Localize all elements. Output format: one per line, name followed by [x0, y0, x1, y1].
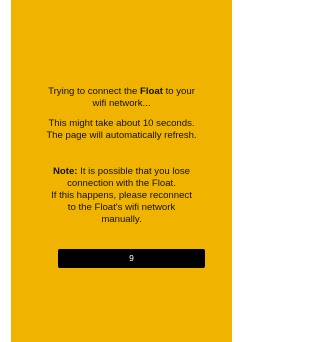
wait-line1: This might take about 10 seconds. — [48, 118, 195, 129]
note-label: Note: — [52, 166, 78, 177]
connecting-line2: wifi network... — [92, 98, 151, 109]
note-message: Note: It is possible that you lose conne… — [11, 166, 232, 226]
connecting-message: Trying to connect the Float to your wifi… — [11, 86, 232, 110]
countdown-bar: 9 — [58, 249, 205, 268]
wait-line2: The page will automatically refresh. — [46, 130, 197, 141]
note-line3: If this happens, please reconnect — [51, 190, 192, 201]
note-line1: It is possible that you lose — [77, 166, 191, 177]
device-name: Float — [139, 86, 163, 97]
note-line4: to the Float's wifi network — [67, 202, 176, 213]
note-line5: manually. — [101, 214, 142, 225]
connecting-prefix: Trying to connect the — [48, 86, 140, 97]
status-panel: Trying to connect the Float to your wifi… — [11, 0, 232, 342]
connecting-suffix: to your — [162, 86, 195, 97]
countdown-value: 9 — [129, 253, 134, 263]
note-line2: connection with the Float. — [67, 178, 176, 189]
wait-message: This might take about 10 seconds. The pa… — [11, 118, 232, 142]
